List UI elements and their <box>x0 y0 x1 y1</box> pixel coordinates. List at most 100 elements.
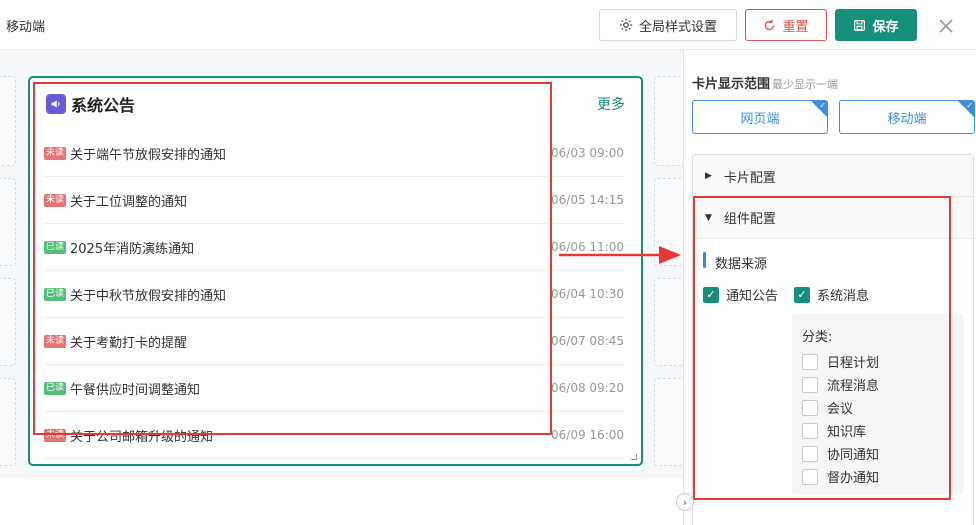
notice-date: 06/09 16:00 <box>551 428 624 442</box>
check-icon: ✓ <box>819 101 826 110</box>
checkbox-checked-icon[interactable]: ✓ <box>703 286 719 303</box>
placeholder-slot <box>0 178 16 266</box>
read-badge: 已读 <box>44 287 67 301</box>
reset-button[interactable]: 重置 <box>745 9 827 41</box>
caret-down-icon: ▼ <box>705 212 712 223</box>
more-link[interactable]: 更多 <box>597 94 625 114</box>
notice-title: 关于工位调整的通知 <box>70 194 188 210</box>
category-checkbox[interactable]: 流程消息 <box>802 375 879 394</box>
read-badge: 已读 <box>44 240 67 254</box>
config-panel: 卡片显示范围 最少显示一端 网页端 ✓ 移动端 ✓ ▶ 卡片配置 ▼ 组件配置 数… <box>683 50 976 525</box>
range-mobile-option[interactable]: 移动端 ✓ <box>839 100 975 134</box>
data-source-label: 数据来源 <box>715 257 768 272</box>
reset-label: 重置 <box>782 19 809 35</box>
card-config-label: 卡片配置 <box>723 170 776 186</box>
gear-icon <box>619 18 633 32</box>
check-icon: ✓ <box>966 101 973 110</box>
speaker-icon <box>46 94 66 114</box>
notice-row[interactable]: 已读 午餐供应时间调整通知 06/08 09:20 <box>44 365 624 412</box>
checkbox-empty-icon[interactable] <box>802 445 818 462</box>
placeholder-slot <box>0 76 16 166</box>
card-header: 系统公告 <box>46 92 135 116</box>
range-mobile-label: 移动端 <box>887 111 927 127</box>
arrow-icon <box>559 246 681 264</box>
unread-badge: 未读 <box>44 146 67 160</box>
notice-row[interactable]: 未读 关于端午节放假安排的通知 06/03 09:00 <box>44 130 624 177</box>
notice-date: 06/08 09:20 <box>551 381 624 395</box>
notice-row[interactable]: 未读 关于工位调整的通知 06/05 14:15 <box>44 177 624 224</box>
category-option-label: 协同通知 <box>827 448 880 463</box>
component-config-header[interactable]: ▼ 组件配置 <box>693 197 973 239</box>
notice-title: 2025年消防演练通知 <box>70 241 195 257</box>
notice-date: 06/04 10:30 <box>551 287 624 301</box>
card-title: 系统公告 <box>71 96 136 115</box>
category-option-label: 知识库 <box>827 425 867 440</box>
category-checkbox[interactable]: 日程计划 <box>802 352 879 371</box>
checkbox-checked-icon[interactable]: ✓ <box>794 286 810 303</box>
notice-title: 关于端午节放假安排的通知 <box>70 147 227 163</box>
global-style-button[interactable]: 全局样式设置 <box>599 9 737 41</box>
page-title: 移动端 <box>6 20 46 35</box>
source-system-label: 系统消息 <box>817 289 870 304</box>
save-button[interactable]: 保存 <box>835 9 917 41</box>
global-style-label: 全局样式设置 <box>638 19 717 35</box>
notice-date: 06/05 14:15 <box>551 193 624 207</box>
checkbox-empty-icon[interactable] <box>802 353 818 370</box>
category-checkbox[interactable]: 协同通知 <box>802 444 879 463</box>
notice-row[interactable]: 已读 关于中秋节放假安排的通知 06/04 10:30 <box>44 271 624 318</box>
notice-date: 06/07 08:45 <box>551 334 624 348</box>
notice-row[interactable]: 未读 关于公司邮箱升级的通知 06/09 16:00 <box>44 412 624 459</box>
read-badge: 已读 <box>44 381 67 395</box>
display-range-label: 卡片显示范围 <box>692 77 771 92</box>
checkbox-empty-icon[interactable] <box>802 468 818 485</box>
checkbox-empty-icon[interactable] <box>802 422 818 439</box>
category-label: 分类: <box>802 330 833 345</box>
source-notice-label: 通知公告 <box>726 289 779 304</box>
notice-title: 关于中秋节放假安排的通知 <box>70 288 227 304</box>
announcement-card[interactable]: 系统公告 更多 未读 关于端午节放假安排的通知 06/03 09:00 未读 关于工位调… <box>28 76 643 466</box>
range-web-option[interactable]: 网页端 ✓ <box>692 100 828 134</box>
close-icon[interactable] <box>934 14 958 38</box>
section-marker <box>703 252 706 268</box>
notice-title: 关于考勤打卡的提醒 <box>70 335 188 351</box>
chevron-right-icon: › <box>682 495 688 509</box>
category-box: 分类: 日程计划流程消息会议知识库协同通知督办通知 <box>792 314 964 494</box>
caret-right-icon: ▶ <box>705 171 712 181</box>
category-checkbox[interactable]: 会议 <box>802 398 853 417</box>
notice-title: 关于公司邮箱升级的通知 <box>70 429 214 445</box>
resize-handle[interactable] <box>631 454 637 460</box>
notice-row[interactable]: 未读 关于考勤打卡的提醒 06/07 08:45 <box>44 318 624 365</box>
range-web-label: 网页端 <box>740 111 780 127</box>
top-bar: 移动端 全局样式设置 重置 保存 <box>0 0 976 50</box>
component-config-label: 组件配置 <box>723 212 776 227</box>
notice-title: 午餐供应时间调整通知 <box>70 382 201 398</box>
checkbox-empty-icon[interactable] <box>802 376 818 393</box>
canvas-footer <box>0 476 683 525</box>
save-icon <box>854 19 866 31</box>
unread-badge: 未读 <box>44 428 67 442</box>
placeholder-slot <box>0 378 16 466</box>
category-checkbox[interactable]: 知识库 <box>802 421 866 440</box>
unread-badge: 未读 <box>44 193 67 207</box>
card-config-header[interactable]: ▶ 卡片配置 <box>693 155 973 197</box>
notice-list: 未读 关于端午节放假安排的通知 06/03 09:00 未读 关于工位调整的通知 06/0… <box>44 130 624 459</box>
source-notice-checkbox[interactable]: ✓ 通知公告 <box>703 285 778 304</box>
refresh-icon <box>765 19 775 30</box>
display-range-title: 卡片显示范围 最少显示一端 <box>692 73 838 92</box>
source-system-checkbox[interactable]: ✓ 系统消息 <box>794 285 869 304</box>
component-config-section: ▼ 组件配置 数据来源 ✓ 通知公告 ✓ 系统消息 分类: 日程计划流程消息会议… <box>692 196 974 525</box>
collapse-toggle[interactable]: › <box>676 493 694 511</box>
display-range-hint: 最少显示一端 <box>772 78 839 91</box>
notice-date: 06/03 09:00 <box>551 146 624 160</box>
placeholder-slot <box>0 278 16 366</box>
notice-row[interactable]: 已读 2025年消防演练通知 06/06 11:00 <box>44 224 624 271</box>
category-option-label: 会议 <box>827 402 854 417</box>
save-label: 保存 <box>872 19 899 35</box>
unread-badge: 未读 <box>44 334 67 348</box>
checkbox-empty-icon[interactable] <box>802 399 818 416</box>
category-checkbox[interactable]: 督办通知 <box>802 467 879 486</box>
category-option-label: 督办通知 <box>827 471 880 486</box>
category-option-label: 日程计划 <box>827 356 880 371</box>
card-config-section[interactable]: ▶ 卡片配置 <box>692 154 974 197</box>
category-option-label: 流程消息 <box>827 379 880 394</box>
